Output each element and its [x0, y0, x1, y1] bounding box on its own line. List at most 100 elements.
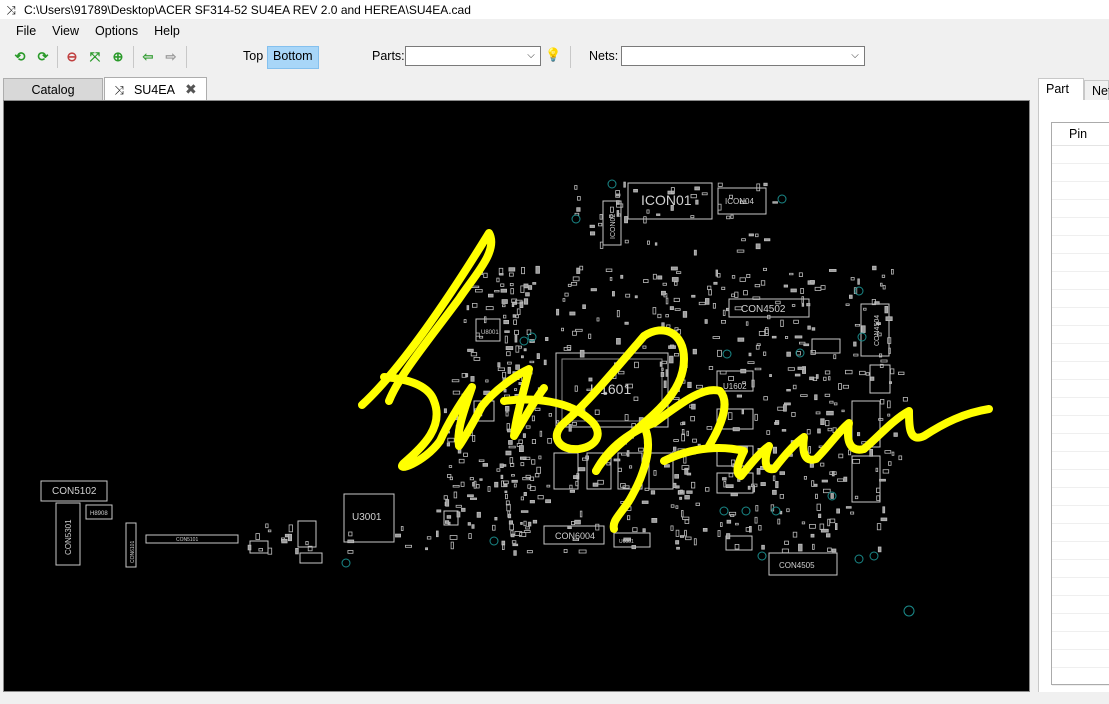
tab-part[interactable]: Part — [1038, 78, 1084, 100]
close-icon[interactable]: ✖ — [185, 78, 197, 100]
board-pad — [829, 518, 836, 524]
board-pad — [681, 433, 686, 442]
tab-net[interactable]: Net — [1084, 80, 1109, 100]
board-pad — [838, 453, 844, 459]
board-pad — [507, 361, 512, 365]
board-pad — [863, 307, 867, 311]
board-pad — [652, 273, 657, 280]
rotate-left-button[interactable]: ⟲ — [10, 47, 30, 67]
pin-row — [1052, 236, 1109, 254]
menu-file[interactable]: File — [8, 20, 44, 42]
component-outline[interactable] — [553, 452, 579, 490]
forward-button[interactable]: ⇨ — [161, 47, 181, 67]
board-pad — [505, 411, 509, 417]
board-pad — [755, 233, 759, 238]
board-pad — [727, 412, 733, 420]
board-pad — [815, 411, 821, 415]
board-pad — [595, 523, 600, 531]
board-pad — [707, 285, 712, 291]
board-pad — [673, 439, 679, 442]
board-pad — [529, 499, 535, 504]
board-pad — [466, 305, 470, 311]
parts-combobox[interactable]: ⌵ — [405, 46, 541, 66]
back-button[interactable]: ⇦ — [138, 47, 158, 67]
board-pad — [574, 519, 581, 525]
pin-row — [1052, 668, 1109, 686]
board-pad — [596, 317, 600, 322]
board-pad — [870, 376, 875, 381]
board-pad — [722, 309, 726, 316]
board-pad — [698, 301, 706, 306]
board-pad — [833, 354, 837, 360]
board-pad — [691, 403, 696, 410]
layer-bottom-button[interactable]: Bottom — [267, 46, 319, 69]
board-pad — [502, 314, 507, 319]
board-pad — [492, 524, 496, 531]
board-viewer[interactable]: ICON01 ICON04 ICON02 CON4502 U8001 CON45… — [3, 100, 1030, 692]
board-pad — [798, 543, 803, 552]
pin-row — [1052, 614, 1109, 632]
board-pad — [661, 360, 667, 365]
board-pad — [850, 277, 855, 281]
board-pad — [572, 330, 577, 336]
pin-table[interactable]: Pin — [1051, 122, 1109, 704]
board-pad — [531, 439, 536, 444]
layer-top-button[interactable]: Top — [238, 46, 268, 67]
board-pad — [775, 480, 779, 489]
zoom-in-button[interactable]: ⊕ — [108, 47, 128, 67]
pin-column-header[interactable]: Pin — [1052, 123, 1109, 146]
board-pad — [687, 381, 692, 388]
board-pad — [620, 274, 624, 279]
board-pad — [503, 319, 509, 325]
board-pad — [504, 330, 510, 333]
component-outline[interactable] — [851, 455, 881, 503]
board-pad — [725, 484, 734, 489]
board-pad — [508, 520, 513, 525]
pin-row — [1052, 308, 1109, 326]
board-pad — [487, 293, 494, 298]
board-pad — [814, 286, 822, 291]
component-outline[interactable] — [811, 338, 841, 354]
board-pad — [741, 238, 746, 242]
menu-options[interactable]: Options — [87, 20, 146, 42]
board-pad — [694, 186, 700, 191]
nets-combobox[interactable]: ⌵ — [621, 46, 865, 66]
board-pad — [692, 438, 697, 443]
tab-su4ea[interactable]: ⤨ SU4EA ✖ — [104, 77, 207, 100]
board-pad — [662, 282, 667, 286]
board-pad — [523, 530, 531, 534]
board-pad — [479, 478, 483, 481]
board-pad — [448, 465, 453, 468]
component-outline[interactable] — [297, 520, 317, 548]
board-canvas[interactable]: ICON01 ICON04 ICON02 CON4502 U8001 CON45… — [4, 101, 1029, 691]
board-via — [777, 194, 787, 204]
board-label: CON4502 — [741, 304, 786, 315]
fit-view-button[interactable]: ⤧ — [85, 47, 105, 67]
board-pad — [792, 531, 798, 538]
board-pad — [879, 478, 886, 482]
tab-catalog[interactable]: Catalog — [3, 78, 103, 100]
board-pad — [674, 281, 678, 286]
board-pad — [708, 289, 712, 296]
board-pad — [898, 371, 905, 376]
board-via — [571, 214, 581, 224]
board-pad — [642, 345, 647, 349]
highlight-button[interactable]: 💡 — [545, 47, 561, 65]
board-pad — [576, 267, 581, 274]
board-pad — [485, 379, 489, 383]
board-pad — [726, 519, 732, 524]
board-pad — [786, 508, 790, 513]
board-pad — [539, 430, 543, 437]
board-pad — [518, 439, 523, 444]
board-pad — [679, 496, 683, 500]
board-pad — [701, 192, 708, 196]
board-pad — [713, 281, 718, 285]
rotate-right-button[interactable]: ⟳ — [33, 47, 53, 67]
menu-help[interactable]: Help — [146, 20, 188, 42]
board-pad — [763, 396, 768, 401]
zoom-out-button[interactable]: ⊖ — [62, 47, 82, 67]
component-outline[interactable] — [299, 552, 323, 564]
board-label: U1602 — [723, 382, 747, 391]
menu-view[interactable]: View — [44, 20, 87, 42]
board-pad — [556, 308, 560, 316]
